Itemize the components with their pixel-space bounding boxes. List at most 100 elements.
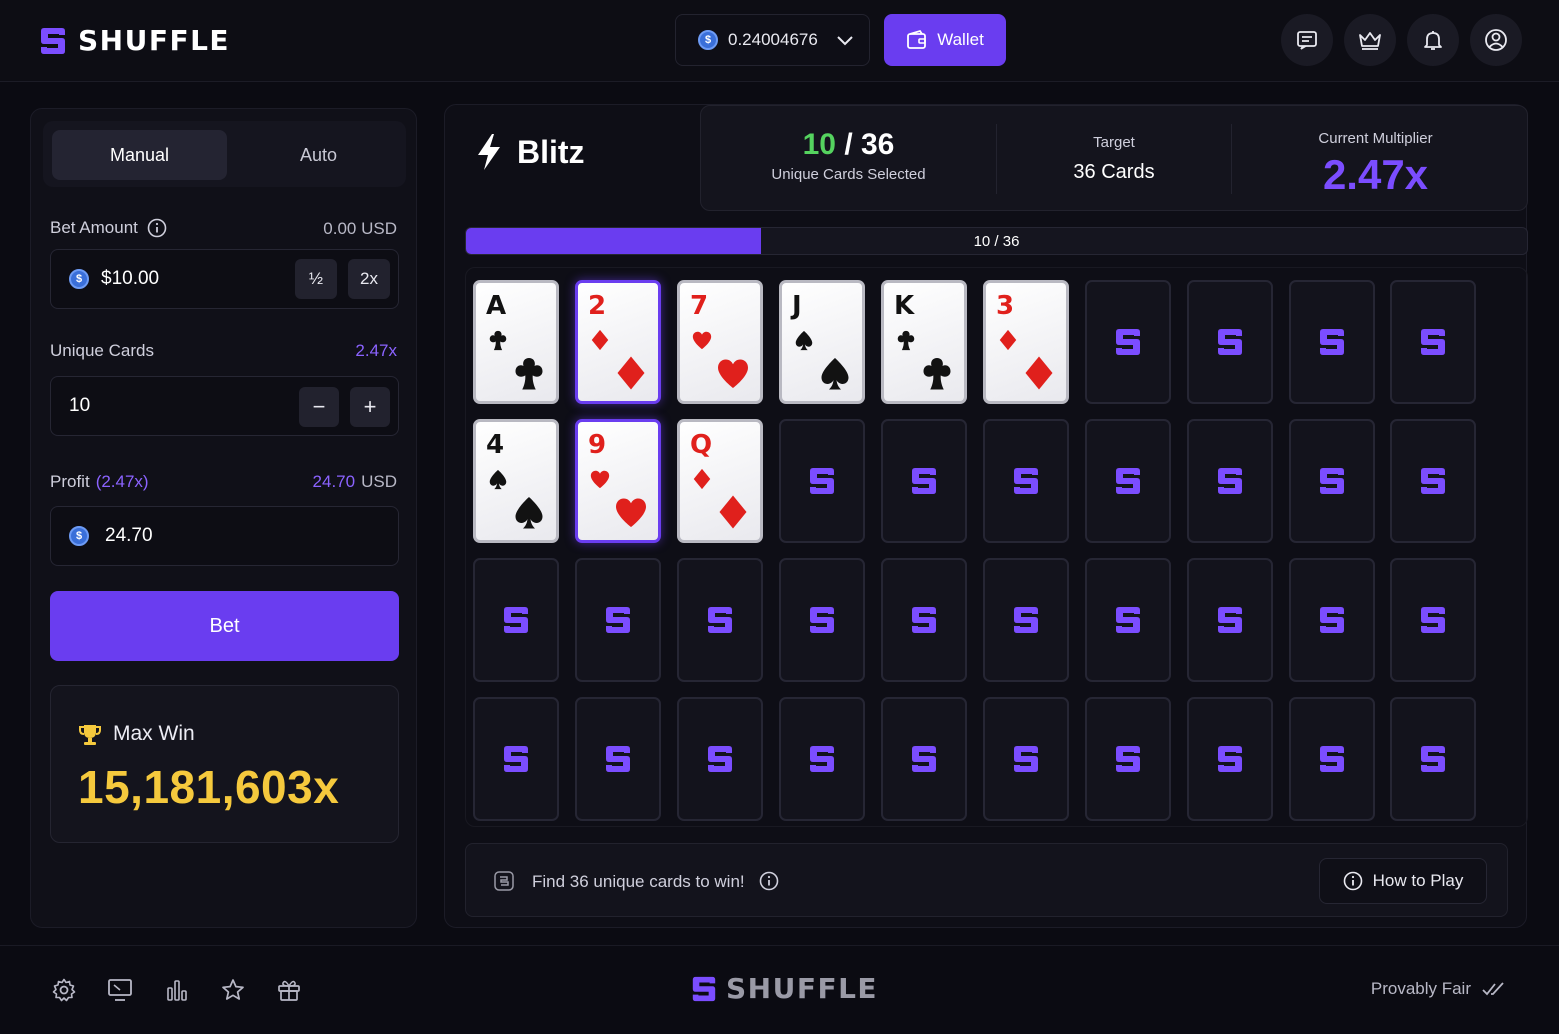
lightning-icon [478,134,500,170]
profit-usd-value: 24.70 [312,472,356,491]
card-Q-diamonds[interactable]: Q [677,419,763,543]
info-icon[interactable] [759,871,779,891]
how-to-play-label: How to Play [1372,871,1464,890]
card-back[interactable] [575,558,661,682]
card-J-spades[interactable]: J [779,280,865,404]
card-back[interactable] [881,697,967,821]
increment-button[interactable]: + [350,387,390,427]
card-back[interactable] [779,419,865,543]
how-to-play-button[interactable]: How to Play [1319,858,1487,904]
card-back[interactable] [677,697,763,821]
card-back[interactable] [881,419,967,543]
card-back[interactable] [1289,419,1375,543]
selected-count-row: 10 / 36 [701,128,996,162]
target-label: Target [1093,134,1135,151]
card-back[interactable] [1085,419,1171,543]
info-icon[interactable] [147,218,167,238]
card-A-clubs[interactable]: A [473,280,559,404]
card-back[interactable] [1289,558,1375,682]
card-back[interactable] [983,697,1069,821]
footer-logo[interactable]: SHUFFLE [690,972,878,1005]
hint-text: Find 36 unique cards to win! [532,871,779,892]
card-back[interactable] [779,558,865,682]
bet-amount-input[interactable]: $ $10.00 ½ 2x [50,249,399,309]
shuffle-logo[interactable]: SHUFFLE [38,24,230,57]
target-value: 36 Cards [1073,161,1155,183]
card-back[interactable] [983,419,1069,543]
shuffle-logo-icon [504,746,528,772]
card-back[interactable] [1390,419,1476,543]
card-rank: Q [690,430,713,460]
half-bet-button[interactable]: ½ [295,259,337,299]
card-back[interactable] [1085,280,1171,404]
card-back[interactable] [1187,419,1273,543]
tab-auto[interactable]: Auto [231,130,406,180]
theatre-mode-button[interactable] [106,976,134,1004]
profit-label: Profit [50,472,90,491]
notifications-button[interactable] [1407,14,1459,66]
card-9-hearts[interactable]: 9 [575,419,661,543]
settings-icon [52,978,76,1002]
card-back[interactable] [1390,558,1476,682]
card-back[interactable] [1085,558,1171,682]
tab-manual[interactable]: Manual [52,130,227,180]
stats-button[interactable] [163,976,191,1004]
diamonds-icon [999,329,1017,351]
shuffle-logo-icon [1421,468,1445,494]
bet-controls-panel: Manual Auto Bet Amount 0.00 USD $ $10.00… [30,108,417,928]
balance-selector[interactable]: $ 0.24004676 [675,14,870,66]
favorite-button[interactable] [219,976,247,1004]
card-back[interactable] [1085,697,1171,821]
card-back[interactable] [677,558,763,682]
card-rank: 2 [588,291,607,321]
card-back[interactable] [1289,280,1375,404]
shuffle-logo-icon [41,27,65,54]
shuffle-logo-icon [1116,607,1140,633]
shuffle-logo-icon [1320,607,1344,633]
card-back[interactable] [1187,280,1273,404]
max-win-value: 15,181,603x [78,761,340,813]
stats-bar: 10 / 36 Unique Cards Selected Target 36 … [700,105,1528,211]
shuffle-logo-icon [1218,329,1242,355]
card-back[interactable] [1187,558,1273,682]
crown-icon [1359,32,1381,50]
card-back[interactable] [1390,697,1476,821]
card-rank: A [486,291,507,321]
profit-value: 24.70 [105,525,153,546]
clubs-icon [515,358,543,390]
diamonds-icon [617,356,645,390]
card-K-clubs[interactable]: K [881,280,967,404]
wallet-button[interactable]: Wallet [884,14,1006,66]
bet-button[interactable]: Bet [50,591,399,661]
game-title: Blitz [475,133,585,171]
card-back[interactable] [1289,697,1375,821]
card-7-hearts[interactable]: 7 [677,280,763,404]
card-3-diamonds[interactable]: 3 [983,280,1069,404]
card-back[interactable] [881,558,967,682]
card-4-spades[interactable]: 4 [473,419,559,543]
card-back[interactable] [1187,697,1273,821]
bet-amount-value[interactable]: $10.00 [101,268,159,290]
diamonds-icon [719,495,747,529]
double-bet-button[interactable]: 2x [348,259,390,299]
card-back[interactable] [1390,280,1476,404]
vip-button[interactable] [1344,14,1396,66]
unique-cards-value[interactable]: 10 [69,395,90,417]
gift-button[interactable] [275,976,303,1004]
card-back[interactable] [983,558,1069,682]
card-back[interactable] [473,697,559,821]
cards-icon [494,871,514,891]
card-back[interactable] [575,697,661,821]
user-icon [1485,29,1507,51]
settings-button[interactable] [50,976,78,1004]
card-back[interactable] [779,697,865,821]
unique-cards-input[interactable]: 10 − + [50,376,399,436]
chat-button[interactable] [1281,14,1333,66]
profit-field[interactable]: $ 24.70 [50,506,399,566]
card-2-diamonds[interactable]: 2 [575,280,661,404]
card-back[interactable] [473,558,559,682]
decrement-button[interactable]: − [299,387,339,427]
provably-fair-link[interactable]: Provably Fair [1371,979,1507,999]
bet-amount-label: Bet Amount [50,218,138,237]
profile-button[interactable] [1470,14,1522,66]
